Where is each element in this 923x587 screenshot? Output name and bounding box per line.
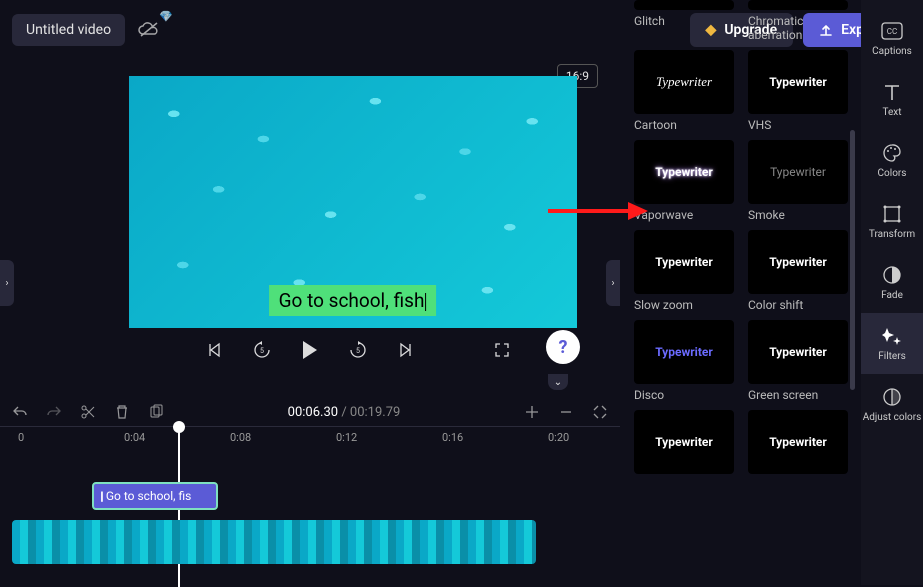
rewind-5-icon[interactable]: 5: [252, 340, 272, 360]
filter-thumbnail[interactable]: Typewriter: [748, 140, 848, 204]
text-icon: [881, 81, 903, 103]
filter-item[interactable]: Typewriter Vaporwave: [634, 140, 734, 222]
colors-icon: [881, 142, 903, 164]
timeline-toolbar: 00:06.30 / 00:19.79: [0, 398, 620, 426]
ruler-mark: 0:08: [230, 431, 251, 444]
skip-back-icon[interactable]: [204, 340, 224, 360]
filter-label: VHS: [748, 118, 848, 132]
premium-diamond-icon: 💎: [159, 10, 173, 23]
player-controls: 5 5 ? ⌄: [0, 340, 620, 360]
filter-thumbnail[interactable]: Typewriter: [748, 230, 848, 294]
rail-label: Adjust colors: [863, 412, 922, 423]
captions-icon: CC: [881, 20, 903, 42]
timeline-tracks: || Go to school, fis: [0, 450, 620, 458]
fit-zoom-icon[interactable]: [592, 404, 608, 420]
ruler-mark: 0:16: [442, 431, 463, 444]
filter-label: Slow zoom: [634, 298, 734, 312]
undo-icon[interactable]: [12, 404, 28, 420]
svg-text:5: 5: [356, 347, 360, 355]
filter-label: Vaporwave: [634, 208, 734, 222]
redo-icon[interactable]: [46, 404, 62, 420]
transform-icon: [881, 203, 903, 225]
forward-5-icon[interactable]: 5: [348, 340, 368, 360]
play-button[interactable]: [300, 340, 320, 360]
timeline-ruler[interactable]: 0 0:04 0:08 0:12 0:16 0:20: [0, 426, 620, 450]
video-clip[interactable]: [12, 520, 536, 564]
filter-label: Disco: [634, 388, 734, 402]
filter-item[interactable]: Typewriter Smoke: [748, 140, 848, 222]
rail-fade[interactable]: Fade: [861, 252, 923, 313]
filter-thumbnail[interactable]: Typewriter: [748, 320, 848, 384]
rail-colors[interactable]: Colors: [861, 130, 923, 191]
filter-item[interactable]: Typewriter VHS: [748, 50, 848, 132]
fullscreen-icon[interactable]: [492, 340, 512, 360]
timecode-display: 00:06.30 / 00:19.79: [288, 405, 401, 420]
caption-text-overlay[interactable]: Go to school, fish: [269, 285, 437, 316]
project-title[interactable]: Untitled video: [12, 14, 125, 46]
text-clip-label: Go to school, fis: [106, 489, 192, 503]
filter-item[interactable]: Typewriter: [634, 410, 734, 478]
filter-item[interactable]: Typewriter: [748, 410, 848, 478]
filters-icon: [881, 325, 903, 347]
filter-label: Glitch: [634, 14, 734, 28]
filter-item[interactable]: Glitch: [634, 0, 734, 42]
ruler-mark: 0:12: [336, 431, 357, 444]
text-clip[interactable]: || Go to school, fis: [92, 482, 218, 510]
filter-label: Color shift: [748, 298, 848, 312]
rail-transform[interactable]: Transform: [861, 191, 923, 252]
filter-thumbnail[interactable]: [634, 0, 734, 10]
filter-thumbnail[interactable]: Typewriter: [634, 140, 734, 204]
filters-scrollbar[interactable]: [850, 130, 855, 390]
right-rail: CC Captions Text Colors Transform Fade Filters…: [861, 0, 923, 585]
video-preview[interactable]: Go to school, fish: [129, 76, 577, 328]
rail-adjust[interactable]: Adjust colors: [861, 374, 923, 435]
cloud-sync-off-icon[interactable]: 💎: [135, 16, 163, 44]
filter-thumbnail[interactable]: Typewriter: [634, 50, 734, 114]
filter-thumbnail[interactable]: Typewriter: [634, 410, 734, 474]
filter-thumbnail[interactable]: Typewriter: [634, 230, 734, 294]
help-button[interactable]: ?: [546, 330, 580, 364]
filter-label: Chromatic aberration: [748, 14, 848, 42]
filter-item[interactable]: Typewriter Slow zoom: [634, 230, 734, 312]
filter-label: Green screen: [748, 388, 848, 402]
rail-label: Text: [882, 107, 901, 118]
stage-area: › › 16:9 Go to school, fish 5 5 ? ⌄: [0, 60, 620, 360]
filters-panel: Glitch Chromatic aberration Typewriter Cart…: [626, 0, 856, 585]
delete-icon[interactable]: [114, 404, 130, 420]
timeline-area: 00:06.30 / 00:19.79 0 0:04 0:08 0:12 0:1…: [0, 398, 620, 458]
rail-label: Filters: [878, 351, 906, 362]
rail-label: Captions: [872, 46, 912, 57]
svg-text:CC: CC: [887, 27, 897, 36]
filter-item[interactable]: Chromatic aberration: [748, 0, 848, 42]
filter-thumbnail[interactable]: Typewriter: [748, 50, 848, 114]
ruler-mark: 0:04: [124, 431, 145, 444]
filter-label: Cartoon: [634, 118, 734, 132]
filter-thumbnail[interactable]: [748, 0, 848, 10]
rail-label: Fade: [881, 290, 903, 301]
rail-label: Transform: [869, 229, 915, 240]
rail-captions[interactable]: CC Captions: [861, 8, 923, 69]
skip-forward-icon[interactable]: [396, 340, 416, 360]
clip-handle-icon[interactable]: ||: [100, 489, 102, 503]
rail-label: Colors: [878, 168, 907, 179]
filter-label: Smoke: [748, 208, 848, 222]
filter-thumbnail[interactable]: Typewriter: [748, 410, 848, 474]
zoom-out-icon[interactable]: [558, 404, 574, 420]
add-track-icon[interactable]: [524, 404, 540, 420]
filter-item[interactable]: Typewriter Cartoon: [634, 50, 734, 132]
filter-item[interactable]: Typewriter Color shift: [748, 230, 848, 312]
adjust-icon: [881, 386, 903, 408]
split-icon[interactable]: [80, 404, 96, 420]
filter-item[interactable]: Typewriter Disco: [634, 320, 734, 402]
rail-text[interactable]: Text: [861, 69, 923, 130]
ruler-mark: 0:20: [548, 431, 569, 444]
collapse-preview-icon[interactable]: ⌄: [548, 374, 568, 390]
filter-item[interactable]: Typewriter Green screen: [748, 320, 848, 402]
fade-icon: [881, 264, 903, 286]
ruler-mark: 0: [18, 431, 24, 444]
filter-thumbnail[interactable]: Typewriter: [634, 320, 734, 384]
rail-filters[interactable]: Filters: [861, 313, 923, 374]
duplicate-icon[interactable]: [148, 404, 164, 420]
svg-text:5: 5: [260, 347, 264, 355]
